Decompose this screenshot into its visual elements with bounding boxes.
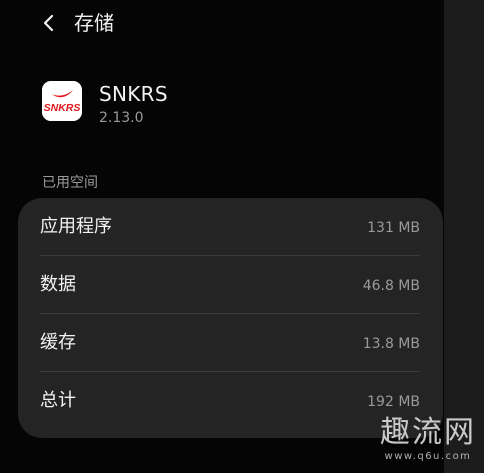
watermark: 趣流网 www.q6u.com [380,415,476,463]
storage-row-label: 总计 [40,390,76,411]
adjacent-panel [444,0,484,473]
page-title: 存储 [74,11,114,35]
storage-row-cache: 缓存 13.8 MB [40,314,420,372]
storage-row-label: 数据 [40,274,76,295]
chevron-left-icon [43,14,54,32]
storage-row-value: 131 MB [367,220,420,236]
back-button[interactable] [38,10,60,36]
storage-row-app: 应用程序 131 MB [40,198,420,256]
svg-text:SNKRS: SNKRS [44,102,81,114]
storage-row-total: 总计 192 MB [40,372,420,430]
storage-row-value: 192 MB [367,394,420,410]
header: 存储 [0,0,444,46]
app-name: SNKRS [99,82,168,106]
storage-row-label: 缓存 [40,332,76,353]
storage-row-data: 数据 46.8 MB [40,256,420,314]
snkrs-app-icon: SNKRS [42,81,82,121]
storage-row-value: 13.8 MB [362,336,420,352]
storage-screen: 存储 SNKRS SNKRS 2.13.0 已用空间 应用程序 131 MB 数… [0,0,444,473]
storage-card: 应用程序 131 MB 数据 46.8 MB 缓存 13.8 MB 总计 192… [18,198,443,438]
watermark-url: www.q6u.com [384,451,472,462]
storage-row-value: 46.8 MB [362,278,420,294]
app-version: 2.13.0 [99,110,144,126]
watermark-logo: 趣流网 [380,415,476,450]
used-space-label: 已用空间 [42,175,98,191]
storage-row-label: 应用程序 [40,216,112,237]
